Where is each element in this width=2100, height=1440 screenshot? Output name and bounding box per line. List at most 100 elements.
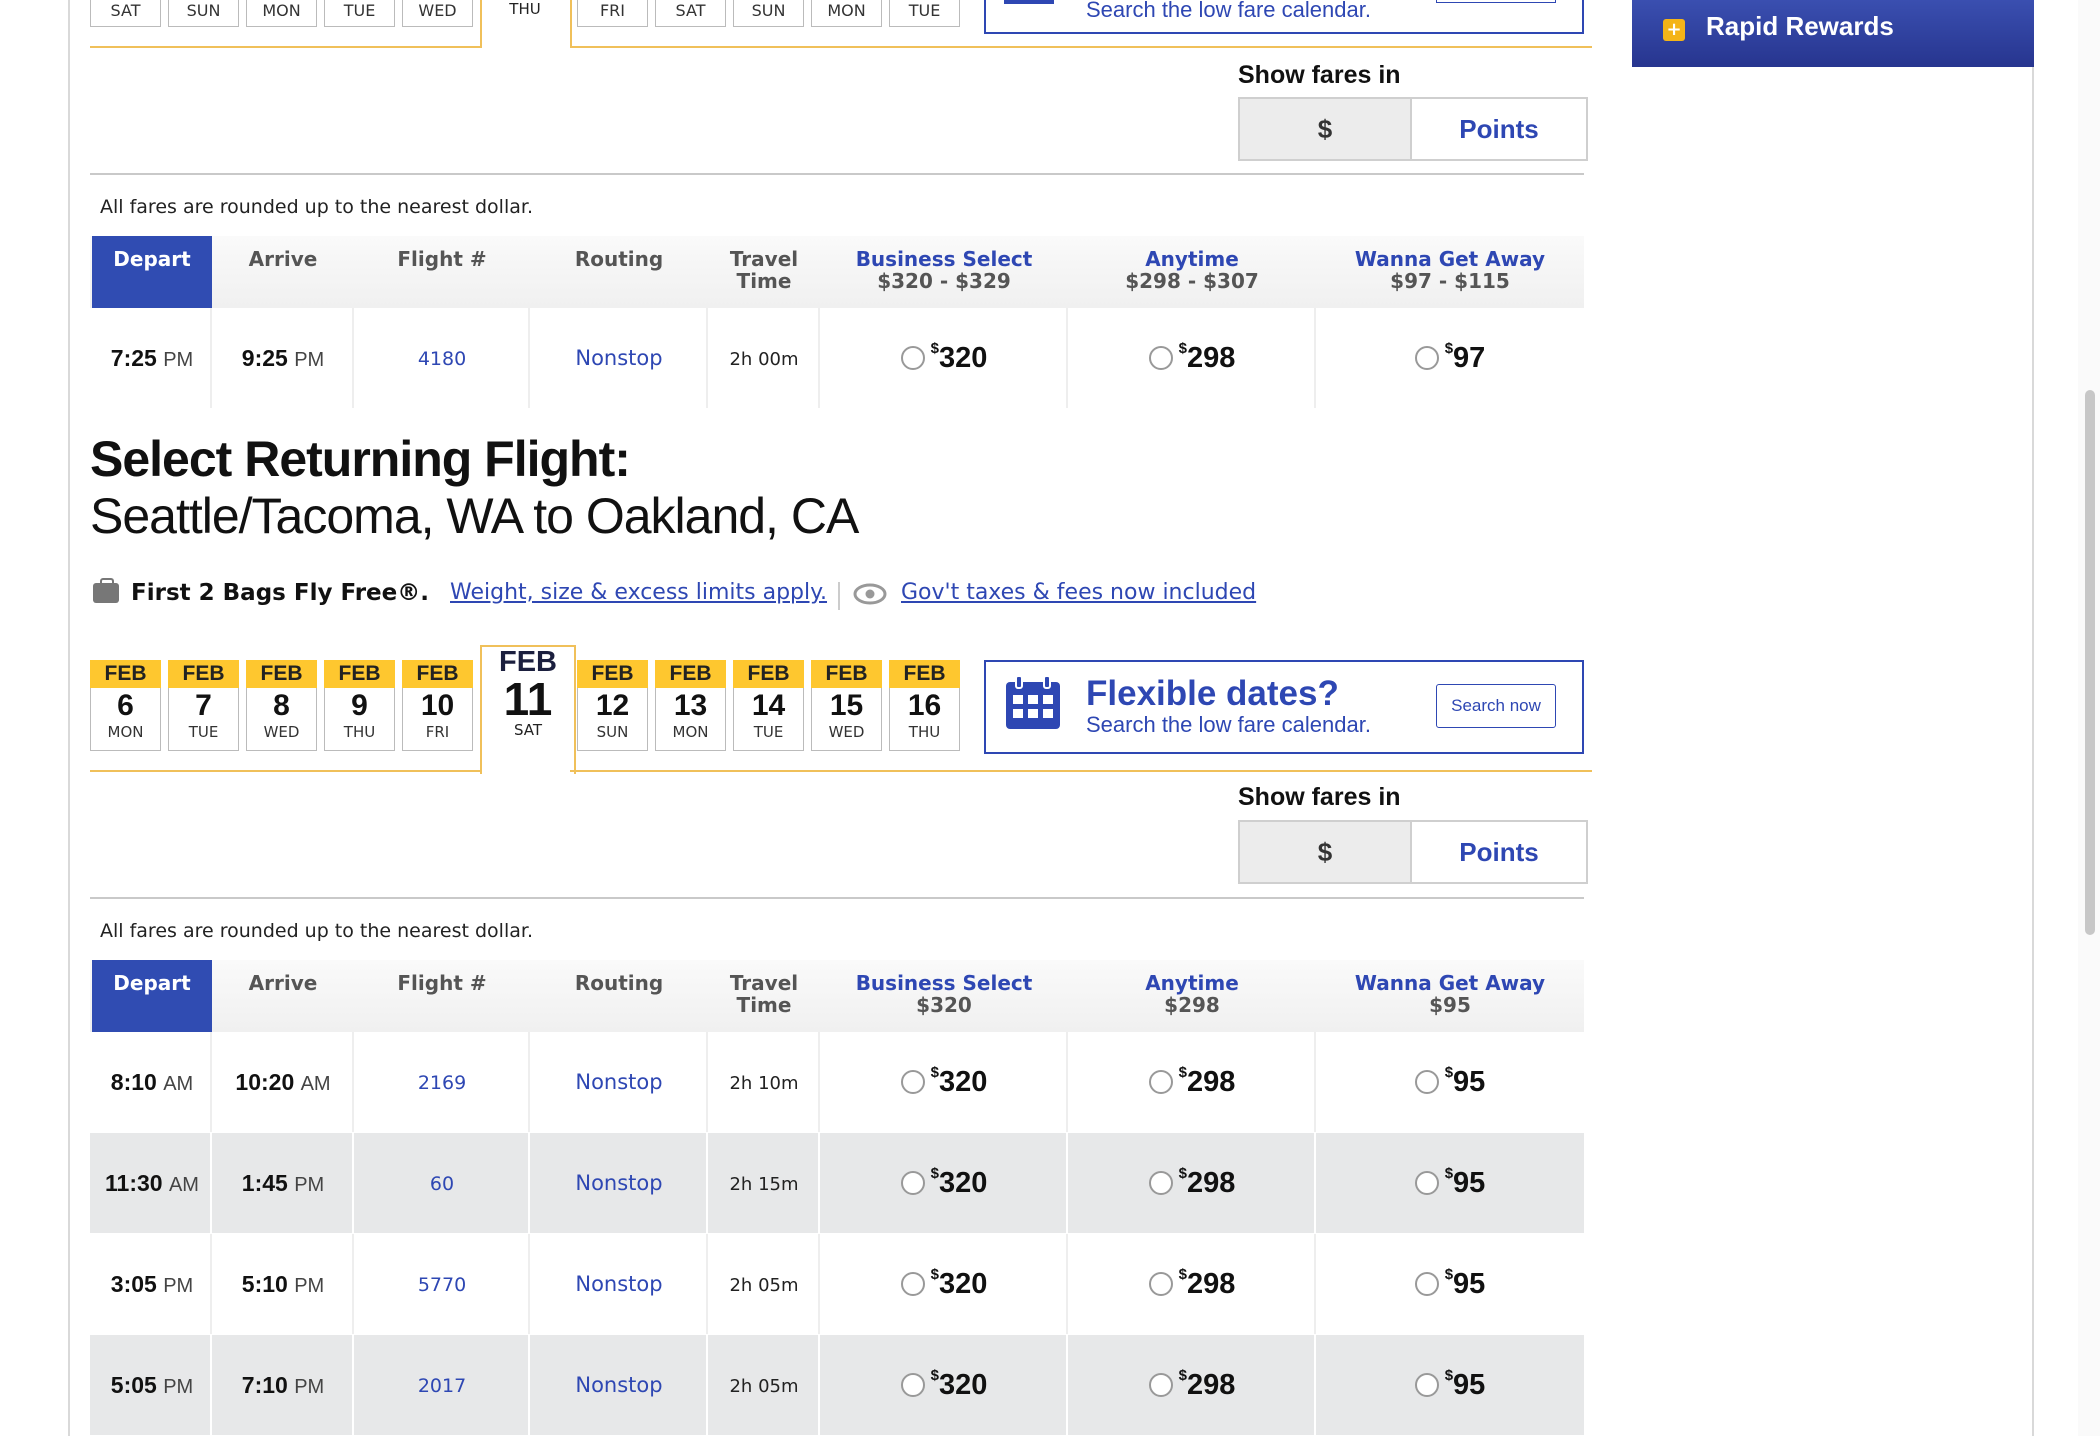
radio-icon[interactable] — [900, 346, 925, 370]
outbound-toggle-points[interactable]: Points — [1412, 99, 1586, 159]
radio-icon[interactable] — [1148, 1070, 1173, 1094]
header-business-select[interactable]: Business Select $320 — [820, 960, 1068, 1032]
header-depart[interactable]: Depart — [92, 236, 212, 308]
anytime-fare-option[interactable]: $298 — [1148, 308, 1236, 408]
selected-day: 11 — [503, 673, 553, 725]
radio-icon[interactable] — [900, 1373, 925, 1397]
travel-time: 2h 15m — [729, 1174, 799, 1195]
flight-number-link[interactable]: 5770 — [418, 1274, 466, 1296]
date-tab[interactable]: FEB 12 SUN — [577, 660, 648, 751]
header-business-select[interactable]: Business Select $320 - $329 — [820, 236, 1068, 308]
radio-icon[interactable] — [900, 1171, 925, 1195]
wanna-get-away-fare-option[interactable]: $95 — [1414, 1032, 1485, 1132]
header-depart[interactable]: Depart — [92, 960, 212, 1032]
anytime-fare-option[interactable]: $298 — [1148, 1133, 1235, 1233]
returning-flexible-dates-box[interactable]: Flexible dates? Search the low fare cale… — [984, 660, 1584, 754]
routing-link[interactable]: Nonstop — [575, 1272, 662, 1296]
anytime-fare-option[interactable]: $298 — [1148, 1234, 1235, 1334]
date-tab[interactable]: SUN — [168, 0, 239, 27]
outbound-flexible-dates-box[interactable]: Search the low fare calendar. — [984, 0, 1584, 34]
radio-icon[interactable] — [900, 1070, 925, 1094]
header-flight[interactable]: Flight # — [354, 236, 530, 308]
wanna-get-away-fare-option[interactable]: $97 — [1414, 308, 1485, 408]
radio-icon[interactable] — [1414, 346, 1439, 370]
routing-link[interactable]: Nonstop — [575, 1171, 662, 1195]
date-tab[interactable]: FEB 10 FRI — [402, 660, 473, 751]
header-anytime[interactable]: Anytime $298 - $307 — [1068, 236, 1316, 308]
flight-number-link[interactable]: 2169 — [418, 1072, 466, 1094]
date-tab[interactable]: TUE — [324, 0, 395, 27]
date-tab[interactable]: FEB 16 THU — [889, 660, 960, 751]
anytime-fare-amount: 298 — [1186, 342, 1236, 374]
date-tab[interactable]: SUN — [733, 0, 804, 27]
returning-toggle-points[interactable]: Points — [1412, 822, 1586, 882]
outbound-fare-toggle[interactable]: $ Points — [1238, 97, 1588, 161]
radio-icon[interactable] — [1148, 1272, 1173, 1296]
routing-link[interactable]: Nonstop — [575, 346, 662, 370]
date-tab[interactable]: MON — [811, 0, 882, 27]
anytime-fare-option[interactable]: $298 — [1148, 1335, 1235, 1435]
header-travel-time[interactable]: Travel Time — [708, 960, 820, 1032]
rapid-rewards-panel[interactable]: + Rapid Rewards — [1632, 0, 2034, 67]
date-tab[interactable]: FEB 8 WED — [246, 660, 317, 751]
header-routing[interactable]: Routing — [530, 236, 708, 308]
arrive-ampm: AM — [300, 1073, 331, 1095]
business-select-fare-option[interactable]: $320 — [900, 1234, 987, 1334]
business-select-fare-option[interactable]: $320 — [900, 308, 987, 408]
radio-icon[interactable] — [1414, 1272, 1439, 1296]
date-tab[interactable]: FEB 15 WED — [811, 660, 882, 751]
header-arrive[interactable]: Arrive — [212, 960, 354, 1032]
returning-toggle-dollar[interactable]: $ — [1240, 822, 1412, 882]
radio-icon[interactable] — [900, 1272, 925, 1296]
date-day: 7 — [195, 689, 212, 722]
wanna-get-away-fare-option[interactable]: $95 — [1414, 1234, 1485, 1334]
date-tab[interactable]: FEB 13 MON — [655, 660, 726, 751]
depart-ampm: AM — [168, 1174, 199, 1196]
business-select-fare-option[interactable]: $320 — [900, 1032, 987, 1132]
date-tab[interactable]: SAT — [90, 0, 161, 27]
date-tab[interactable]: SAT — [655, 0, 726, 27]
header-arrive[interactable]: Arrive — [212, 236, 354, 308]
header-wanna-get-away[interactable]: Wanna Get Away $97 - $115 — [1316, 236, 1584, 308]
routing-link[interactable]: Nonstop — [575, 1373, 662, 1397]
radio-icon[interactable] — [1414, 1070, 1439, 1094]
flight-number-link[interactable]: 4180 — [418, 348, 466, 370]
wanna-get-away-fare-option[interactable]: $95 — [1414, 1335, 1485, 1435]
radio-icon[interactable] — [1148, 1171, 1173, 1195]
header-wanna-get-away[interactable]: Wanna Get Away $95 — [1316, 960, 1584, 1032]
taxes-fees-link[interactable]: Gov't taxes & fees now included — [901, 580, 1256, 605]
header-anytime[interactable]: Anytime $298 — [1068, 960, 1316, 1032]
business-select-fare-option[interactable]: $320 — [900, 1133, 987, 1233]
outbound-search-now-button[interactable] — [1436, 0, 1556, 3]
date-tab[interactable]: FEB 7 TUE — [168, 660, 239, 751]
header-flight[interactable]: Flight # — [354, 960, 530, 1032]
returning-selected-date[interactable]: FEB 11 SAT — [480, 645, 576, 774]
scrollbar-thumb[interactable] — [2085, 390, 2095, 935]
date-tab[interactable]: FEB 9 THU — [324, 660, 395, 751]
weight-limits-link[interactable]: Weight, size & excess limits apply. — [450, 580, 827, 605]
returning-fare-toggle[interactable]: $ Points — [1238, 820, 1588, 884]
date-tab[interactable]: FEB 6 MON — [90, 660, 161, 751]
radio-icon[interactable] — [1414, 1171, 1439, 1195]
search-now-button[interactable]: Search now — [1436, 684, 1556, 728]
anytime-fare-option[interactable]: $298 — [1148, 1032, 1235, 1132]
routing-link[interactable]: Nonstop — [575, 1070, 662, 1094]
plus-icon: + — [1663, 19, 1685, 41]
date-tab[interactable]: MON — [246, 0, 317, 27]
header-travel-time[interactable]: Travel Time — [708, 236, 820, 308]
date-tab[interactable]: FRI — [577, 0, 648, 27]
wanna-get-away-fare-option[interactable]: $95 — [1414, 1133, 1485, 1233]
radio-icon[interactable] — [1414, 1373, 1439, 1397]
date-tab[interactable]: WED — [402, 0, 473, 27]
date-tab[interactable]: FEB 14 TUE — [733, 660, 804, 751]
radio-icon[interactable] — [1148, 1373, 1173, 1397]
flight-number-link[interactable]: 2017 — [418, 1375, 466, 1397]
radio-icon[interactable] — [1148, 346, 1173, 370]
flight-number-link[interactable]: 60 — [430, 1173, 454, 1195]
date-month: FEB — [733, 660, 804, 688]
business-select-fare-option[interactable]: $320 — [900, 1335, 987, 1435]
separator — [838, 582, 840, 610]
date-tab[interactable]: TUE — [889, 0, 960, 27]
outbound-toggle-dollar[interactable]: $ — [1240, 99, 1412, 159]
header-routing[interactable]: Routing — [530, 960, 708, 1032]
